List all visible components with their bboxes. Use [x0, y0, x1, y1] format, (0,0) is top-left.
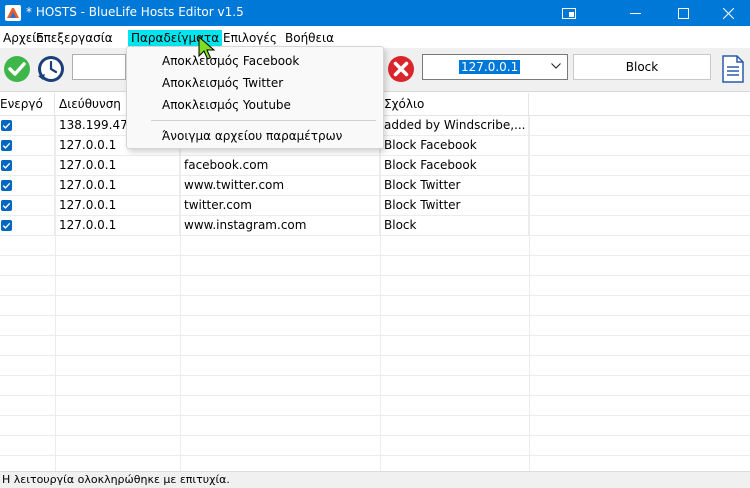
table-row: [0, 396, 750, 416]
minimize-icon: [629, 12, 641, 14]
table-row[interactable]: 127.0.0.1 www.instagram.com Block: [0, 216, 750, 236]
table-row: [0, 276, 750, 296]
table-row[interactable]: 127.0.0.1 www.twitter.com Block Twitter: [0, 176, 750, 196]
hosts-editor-logo-icon: [5, 5, 21, 21]
comment-cell[interactable]: Block: [380, 216, 529, 236]
table-row: [0, 236, 750, 256]
table-row: [0, 356, 750, 376]
checkbox-checked-icon[interactable]: [1, 140, 12, 151]
table-row: [0, 336, 750, 356]
menu-options[interactable]: Επιλογές: [220, 30, 280, 47]
table-row: [0, 256, 750, 276]
address-cell[interactable]: 127.0.0.1: [55, 176, 180, 196]
table-row: [0, 316, 750, 336]
menu-edit[interactable]: Επεξεργασία: [33, 30, 116, 47]
hostname-cell[interactable]: www.twitter.com: [180, 176, 380, 196]
checkbox-checked-icon[interactable]: [1, 180, 12, 191]
table-row: [0, 296, 750, 316]
table-row[interactable]: 127.0.0.1 facebook.com Block Facebook: [0, 156, 750, 176]
hosts-table: Ενεργό Διεύθυνση Σχόλιο 138.199.47 added …: [0, 93, 750, 471]
clock-icon[interactable]: [36, 54, 66, 84]
pin-window-button[interactable]: [546, 0, 592, 26]
menu-bar: Αρχείο Επεξεργασία Παραδείγματα Επιλογές…: [0, 26, 750, 48]
comment-cell[interactable]: Block Twitter: [380, 176, 529, 196]
table-row: [0, 376, 750, 396]
checkbox-checked-icon[interactable]: [1, 160, 12, 171]
address-cell[interactable]: 127.0.0.1: [55, 196, 180, 216]
document-icon[interactable]: [718, 54, 748, 84]
hostname-cell[interactable]: twitter.com: [180, 196, 380, 216]
address-cell[interactable]: 127.0.0.1: [55, 216, 180, 236]
menu-item-block-youtube[interactable]: Αποκλεισμός Youtube: [162, 98, 291, 112]
ip-address-value: 127.0.0.1: [459, 60, 521, 74]
table-row: [0, 416, 750, 436]
hostname-cell[interactable]: www.instagram.com: [180, 216, 380, 236]
green-check-icon[interactable]: [2, 54, 32, 84]
menu-item-open-settings-file[interactable]: Άνοιγμα αρχείου παραμέτρων: [162, 129, 342, 143]
maximize-icon: [677, 7, 689, 19]
enabled-cell: [0, 116, 55, 136]
table-row: [0, 436, 750, 456]
enabled-cell: [0, 176, 55, 196]
close-button[interactable]: [705, 0, 750, 26]
window-layout-icon: [562, 7, 576, 19]
red-x-icon[interactable]: [386, 54, 416, 84]
enabled-cell: [0, 136, 55, 156]
chevron-down-icon[interactable]: [551, 63, 561, 69]
enabled-cell: [0, 156, 55, 176]
close-icon: [722, 7, 734, 19]
status-bar: Η λειτουργία ολοκληρώθηκε με επιτυχία.: [0, 471, 750, 488]
header-comment[interactable]: Σχόλιο: [380, 93, 529, 116]
menu-item-block-twitter[interactable]: Αποκλεισμός Twitter: [162, 76, 283, 90]
menu-item-block-facebook[interactable]: Αποκλεισμός Facebook: [162, 54, 299, 68]
block-button[interactable]: Block: [573, 54, 711, 80]
ip-address-combobox[interactable]: 127.0.0.1: [422, 54, 568, 80]
title-bar[interactable]: * HOSTS - BlueLife Hosts Editor v1.5: [0, 0, 750, 26]
window-title: * HOSTS - BlueLife Hosts Editor v1.5: [26, 5, 244, 19]
header-enabled[interactable]: Ενεργό: [0, 93, 55, 116]
comment-cell[interactable]: added by Windscribe,...: [380, 116, 529, 136]
maximize-button[interactable]: [660, 0, 706, 26]
enabled-cell: [0, 196, 55, 216]
address-cell[interactable]: 127.0.0.1: [55, 156, 180, 176]
hostname-cell[interactable]: facebook.com: [180, 156, 380, 176]
checkbox-checked-icon[interactable]: [1, 220, 12, 231]
app-window: * HOSTS - BlueLife Hosts Editor v1.5 Αρχ…: [0, 0, 750, 488]
hostname-input[interactable]: [72, 54, 126, 80]
enabled-cell: [0, 216, 55, 236]
comment-cell[interactable]: Block Facebook: [380, 156, 529, 176]
examples-dropdown-menu: Αποκλεισμός Facebook Αποκλεισμός Twitter…: [126, 46, 384, 149]
menu-help[interactable]: Βοήθεια: [282, 30, 337, 47]
menu-separator: [151, 120, 376, 121]
checkbox-checked-icon[interactable]: [1, 120, 12, 131]
mouse-cursor-icon: [198, 36, 216, 60]
comment-cell[interactable]: Block Twitter: [380, 196, 529, 216]
minimize-button[interactable]: [612, 0, 658, 26]
comment-cell[interactable]: Block Facebook: [380, 136, 529, 156]
checkbox-checked-icon[interactable]: [1, 200, 12, 211]
table-row[interactable]: 127.0.0.1 twitter.com Block Twitter: [0, 196, 750, 216]
